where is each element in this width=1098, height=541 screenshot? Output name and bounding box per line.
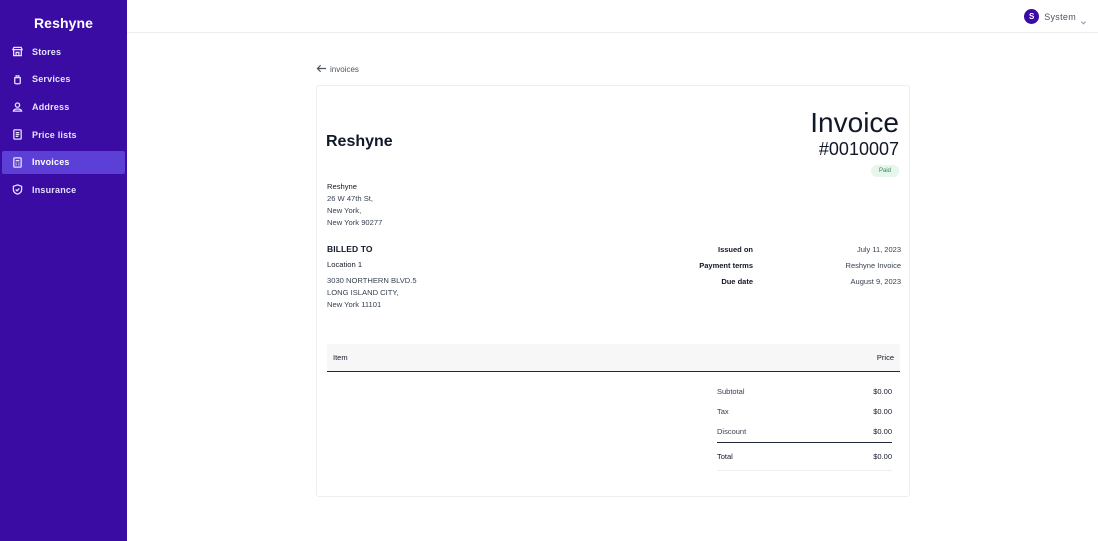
document-icon <box>11 129 23 141</box>
meta-value: July 11, 2023 <box>856 245 901 254</box>
sidebar-item-services[interactable]: Services <box>2 68 125 91</box>
invoice-meta: Issued on July 11, 2023 Payment terms Re… <box>697 245 901 293</box>
back-link-label[interactable]: invoices <box>330 65 359 74</box>
sidebar-item-label: Invoices <box>32 157 70 168</box>
totals-label: Discount <box>717 427 747 437</box>
sender-address: Reshyne 26 W 47th St, New York, New York… <box>327 181 382 229</box>
user-name[interactable]: System <box>1044 12 1076 22</box>
totals-row-tax: Tax $0.00 <box>717 402 892 423</box>
sender-name: Reshyne <box>327 182 357 191</box>
sidebar-item-price-lists[interactable]: Price lists <box>2 123 125 146</box>
meta-row-payment-terms: Payment terms Reshyne Invoice <box>697 261 901 277</box>
billed-to-line: LONG ISLAND CITY, <box>327 288 399 297</box>
chevron-down-icon[interactable] <box>1080 13 1087 25</box>
invoice-title: Invoice <box>810 107 899 138</box>
sidebar: Reshyne Stores Services Address Price li… <box>0 0 127 541</box>
items-table-header: Item Price <box>327 344 900 372</box>
sidebar-item-label: Price lists <box>32 129 77 140</box>
meta-row-due-date: Due date August 9, 2023 <box>697 277 901 293</box>
meta-value: August 9, 2023 <box>850 277 901 286</box>
totals-amount: $0.00 <box>873 386 892 396</box>
avatar[interactable]: S <box>1024 9 1040 24</box>
sidebar-item-label: Insurance <box>32 184 77 195</box>
app-root: Reshyne Stores Services Address Price li… <box>0 0 1098 541</box>
sender-line: 26 W 47th St, <box>327 194 374 203</box>
totals-label: Total <box>717 451 733 461</box>
sidebar-item-insurance[interactable]: Insurance <box>2 178 125 201</box>
sidebar-item-label: Address <box>32 101 70 112</box>
sidebar-item-stores[interactable]: Stores <box>2 40 125 63</box>
column-header-price: Price <box>876 353 894 362</box>
totals-amount: $0.00 <box>873 407 892 417</box>
totals-amount: $0.00 <box>873 451 892 461</box>
totals-label: Tax <box>717 407 729 417</box>
invoice-number: #0010007 <box>818 139 899 159</box>
back-link[interactable]: invoices <box>316 64 359 75</box>
invoice-card: Reshyne Invoice #0010007 Paid Reshyne 26… <box>316 85 910 497</box>
company-logo: Reshyne <box>326 133 393 150</box>
service-icon <box>11 73 23 85</box>
sidebar-item-label: Stores <box>32 46 62 57</box>
meta-value: Reshyne Invoice <box>845 261 901 270</box>
address-icon <box>11 101 23 113</box>
sidebar-item-address[interactable]: Address <box>2 95 125 118</box>
billed-to-heading: BILLED TO <box>327 244 373 254</box>
sidebar-item-invoices[interactable]: Invoices <box>2 150 125 174</box>
totals-row-total: Total $0.00 <box>717 443 892 471</box>
sidebar-item-label: Services <box>32 74 71 85</box>
invoice-icon <box>11 156 23 168</box>
sidebar-nav: Stores Services Address Price lists Invo… <box>0 40 127 206</box>
meta-row-issued-on: Issued on July 11, 2023 <box>697 245 901 261</box>
billed-to-address: 3030 NORTHERN BLVD.5 LONG ISLAND CITY, N… <box>327 275 417 311</box>
billed-to-line: New York 11101 <box>327 300 382 309</box>
totals-amount: $0.00 <box>873 427 892 437</box>
user-menu[interactable]: S System <box>1024 9 1087 25</box>
totals-row-subtotal: Subtotal $0.00 <box>717 381 892 402</box>
arrow-left-icon[interactable] <box>316 64 327 75</box>
meta-label: Due date <box>721 277 753 286</box>
meta-label: Payment terms <box>699 261 753 270</box>
shield-icon <box>11 184 23 196</box>
sender-line: New York 90277 <box>327 218 383 227</box>
sender-line: New York, <box>327 206 362 215</box>
status-badge: Paid <box>870 165 899 177</box>
totals-row-discount: Discount $0.00 <box>717 422 892 443</box>
column-header-item: Item <box>333 353 348 362</box>
store-icon <box>11 46 23 58</box>
totals-label: Subtotal <box>717 386 745 396</box>
brand-logo[interactable]: Reshyne <box>0 15 127 31</box>
topbar: S System <box>127 0 1098 33</box>
billed-to-line: 3030 NORTHERN BLVD.5 <box>327 276 417 285</box>
billed-to-location: Location 1 <box>327 260 363 269</box>
meta-label: Issued on <box>717 245 753 254</box>
totals-summary: Subtotal $0.00 Tax $0.00 Discount $0.00 … <box>717 381 892 471</box>
